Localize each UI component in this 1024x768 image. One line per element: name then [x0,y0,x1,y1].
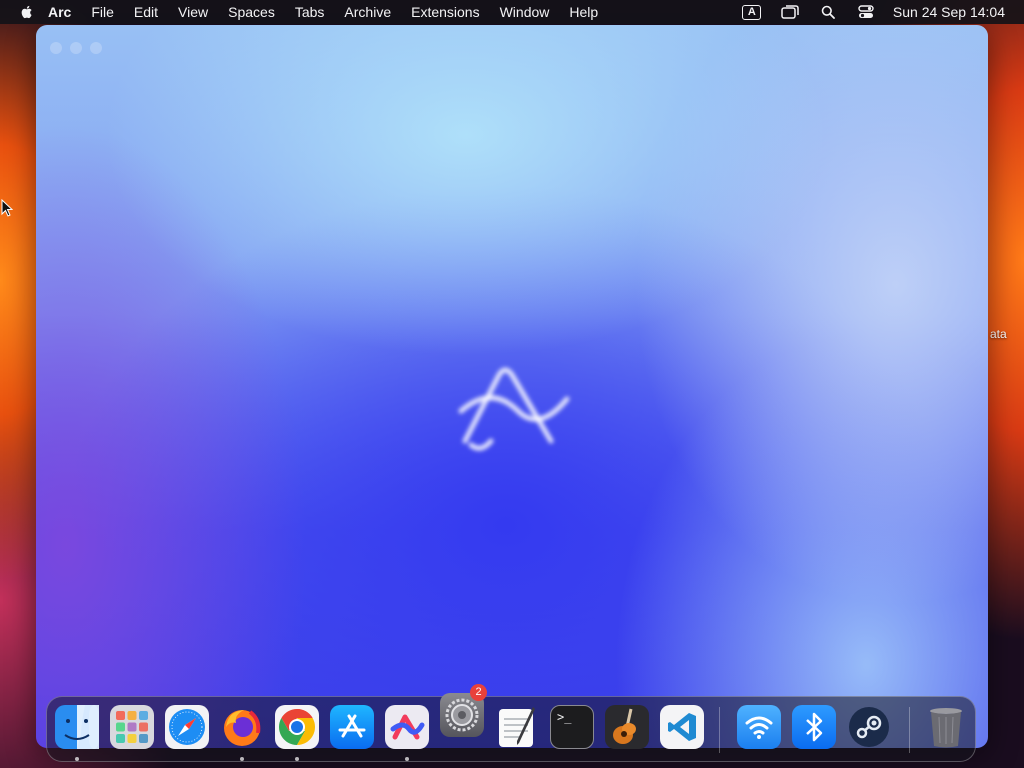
screen-mirroring-icon[interactable] [779,3,801,21]
search-icon[interactable] [817,3,839,21]
menu-help[interactable]: Help [569,4,598,20]
arc-icon [390,714,425,740]
dock-item-arc[interactable] [385,705,429,749]
menu-tabs[interactable]: Tabs [295,4,325,20]
dock-item-wifi[interactable] [737,705,781,749]
textedit-icon [499,707,535,747]
apple-icon[interactable] [19,4,35,20]
dock: 2 >_ [46,684,976,762]
menu-archive[interactable]: Archive [344,4,391,20]
control-center-icon[interactable] [855,3,877,21]
menu-app-name[interactable]: Arc [48,4,71,20]
bluetooth-icon [806,712,823,742]
running-indicator [240,757,244,761]
garageband-icon [613,708,636,744]
menubar-clock[interactable]: Sun 24 Sep 14:04 [893,4,1005,20]
minimize-button[interactable] [70,42,82,54]
dock-item-garageband[interactable] [605,705,649,749]
menu-file[interactable]: File [91,4,114,20]
dock-item-launchpad[interactable] [110,705,154,749]
dock-item-finder[interactable] [55,705,99,749]
launchpad-icon [116,711,148,743]
dock-item-terminal[interactable]: >_ [550,705,594,749]
finder-icon [55,705,99,749]
dock-separator [909,707,910,753]
status-area: A Sun 24 Sep 14:04 [725,0,1005,24]
dock-item-chrome[interactable] [275,705,319,749]
close-button[interactable] [50,42,62,54]
dock-item-system-settings[interactable]: 2 [440,684,487,737]
notification-badge: 2 [470,684,487,701]
dock-item-app-store[interactable] [330,705,374,749]
menu-extensions[interactable]: Extensions [411,4,479,20]
wifi-icon [745,716,773,739]
running-indicator [75,757,79,761]
keyboard-input-icon[interactable]: A [741,3,763,21]
dock-separator [719,707,720,753]
dock-item-safari[interactable] [165,705,209,749]
mouse-cursor-icon [1,199,13,217]
app-store-icon [338,714,366,738]
menu-edit[interactable]: Edit [134,4,158,20]
dock-item-vscode[interactable] [660,705,704,749]
dock-item-bluetooth[interactable] [792,705,836,749]
dock-item-steam[interactable] [847,705,891,749]
safari-icon [165,705,209,749]
menu-bar: Arc File Edit View Spaces Tabs Archive E… [0,0,1024,24]
dock-item-textedit[interactable] [495,705,539,749]
dock-item-trash[interactable] [924,705,968,749]
zoom-button[interactable] [90,42,102,54]
running-indicator [405,757,409,761]
arc-window[interactable] [36,25,988,748]
desktop-item-label[interactable]: ata [990,327,1007,341]
vscode-icon [668,713,696,741]
steam-icon [849,707,889,747]
firefox-icon [224,710,261,746]
menu-window[interactable]: Window [500,4,550,20]
menu-view[interactable]: View [178,4,208,20]
system-settings-icon [445,698,479,732]
terminal-icon: >_ [557,710,572,724]
menu-spaces[interactable]: Spaces [228,4,275,20]
dock-item-firefox[interactable] [220,705,264,749]
chrome-icon [275,705,319,749]
running-indicator [295,757,299,761]
arc-logo-icon [458,367,570,451]
input-source-label: A [742,4,762,20]
trash-icon [930,708,962,748]
window-controls [50,42,102,54]
